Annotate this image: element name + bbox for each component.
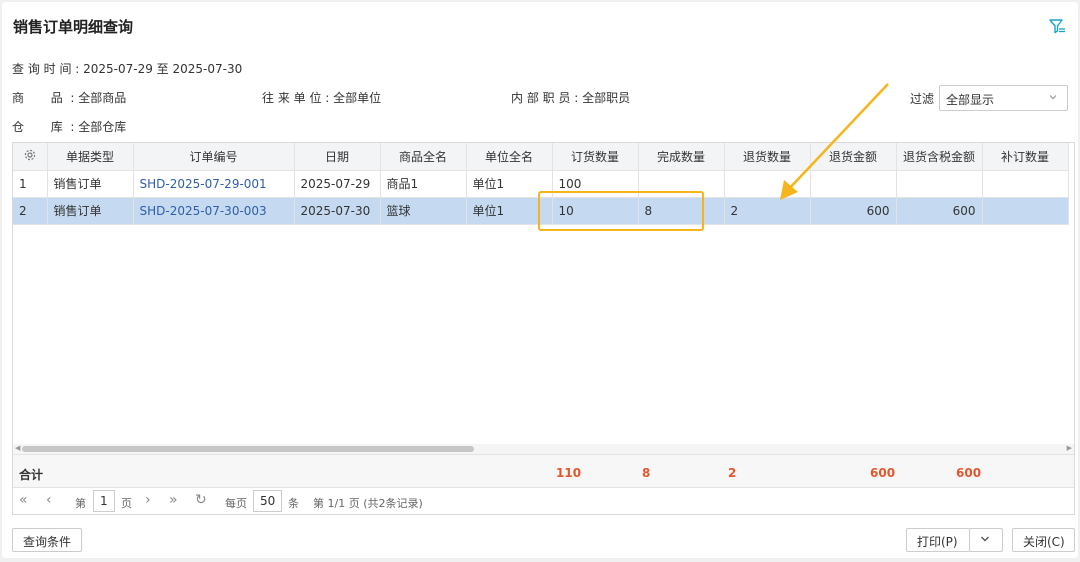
cell-reorder-qty [982, 170, 1069, 198]
chevron-down-icon [1049, 95, 1057, 100]
chevron-down-icon [981, 536, 989, 542]
column-header[interactable]: 商品全名 [380, 143, 467, 171]
column-header[interactable]: 完成数量 [638, 143, 725, 171]
row-index: 1 [13, 170, 48, 198]
scroll-left-icon[interactable]: ◀ [15, 444, 20, 452]
column-header[interactable]: 补订数量 [982, 143, 1069, 171]
page-summary: 第 1/1 页 (共2条记录) [313, 497, 423, 510]
total-return-tax-amount: 600 [956, 466, 982, 480]
cell-product: 商品1 [380, 170, 467, 198]
page-prefix: 第 [75, 497, 86, 510]
print-button[interactable]: 打印(P) [906, 528, 970, 552]
totals-row: 合计 110 8 2 600 600 [13, 454, 1074, 488]
total-done-qty: 8 [642, 466, 651, 480]
order-number-link[interactable]: SHD-2025-07-30-003 [133, 197, 295, 225]
condition-partner: 往 来 单 位 : 全部单位 [262, 91, 382, 105]
cell-reorder-qty [982, 197, 1069, 225]
condition-product: 商 品 : 全部商品 [12, 91, 127, 105]
per-page-suffix: 条 [288, 497, 299, 510]
cell-date: 2025-07-29 [294, 170, 381, 198]
total-order-qty: 110 [556, 466, 582, 480]
prev-page-icon[interactable]: ‹ [46, 492, 52, 508]
column-header[interactable]: 单据类型 [47, 143, 134, 171]
page-number-input[interactable]: 1 [93, 490, 115, 512]
scrollbar-thumb[interactable] [22, 446, 474, 452]
query-conditions-button[interactable]: 查询条件 [12, 528, 83, 552]
filter-label: 过滤 [910, 92, 935, 106]
order-number-link[interactable]: SHD-2025-07-29-001 [133, 170, 295, 198]
refresh-icon[interactable]: ↻ [195, 492, 207, 508]
horizontal-scrollbar[interactable]: ◀ ▶ [13, 444, 1074, 454]
cell-date: 2025-07-30 [294, 197, 381, 225]
filter-select-value: 全部显示 [946, 93, 995, 107]
scroll-right-icon[interactable]: ▶ [1067, 444, 1072, 452]
table-header-row: 单据类型 订单编号 日期 商品全名 单位全名 订货数量 完成数量 退货数量 退货… [13, 143, 1069, 171]
cell-return-tax-amount: 600 [896, 197, 983, 225]
filter-settings-icon[interactable] [1048, 17, 1066, 35]
total-return-amount: 600 [870, 466, 896, 480]
last-page-icon[interactable]: » [169, 492, 178, 508]
column-header[interactable]: 退货含税金额 [896, 143, 983, 171]
column-header[interactable]: 订单编号 [133, 143, 295, 171]
annotation-highlight-box [538, 191, 704, 231]
per-page-input[interactable]: 50 [253, 490, 283, 512]
page-suffix: 页 [121, 497, 132, 510]
page-title: 销售订单明细查询 [13, 18, 134, 36]
column-header[interactable]: 订货数量 [552, 143, 639, 171]
total-return-qty: 2 [728, 466, 737, 480]
condition-staff: 内 部 职 员 : 全部职员 [511, 91, 631, 105]
pagination-bar: « ‹ 第 1 页 › » ↻ 每页 50 条 第 1/1 页 (共2条记录) [13, 488, 1074, 514]
condition-warehouse: 仓 库 : 全部仓库 [12, 120, 127, 134]
next-page-icon[interactable]: › [145, 492, 151, 508]
column-header[interactable]: 日期 [294, 143, 381, 171]
per-page-prefix: 每页 [225, 497, 247, 510]
totals-label: 合计 [19, 468, 44, 482]
condition-time: 查 询 时 间 : 2025-07-29 至 2025-07-30 [12, 62, 243, 76]
column-settings-header[interactable] [13, 143, 48, 171]
cell-type: 销售订单 [47, 170, 134, 198]
first-page-icon[interactable]: « [19, 492, 28, 508]
column-header[interactable]: 单位全名 [466, 143, 553, 171]
close-button[interactable]: 关闭(C) [1012, 528, 1075, 552]
filter-select[interactable]: 全部显示 [939, 85, 1068, 111]
cell-product: 篮球 [380, 197, 467, 225]
row-index: 2 [13, 197, 48, 225]
annotation-arrow-icon [780, 83, 889, 200]
cell-return-tax-amount [896, 170, 983, 198]
print-options-button[interactable] [969, 528, 1003, 552]
gear-icon[interactable] [24, 149, 36, 161]
cell-type: 销售订单 [47, 197, 134, 225]
